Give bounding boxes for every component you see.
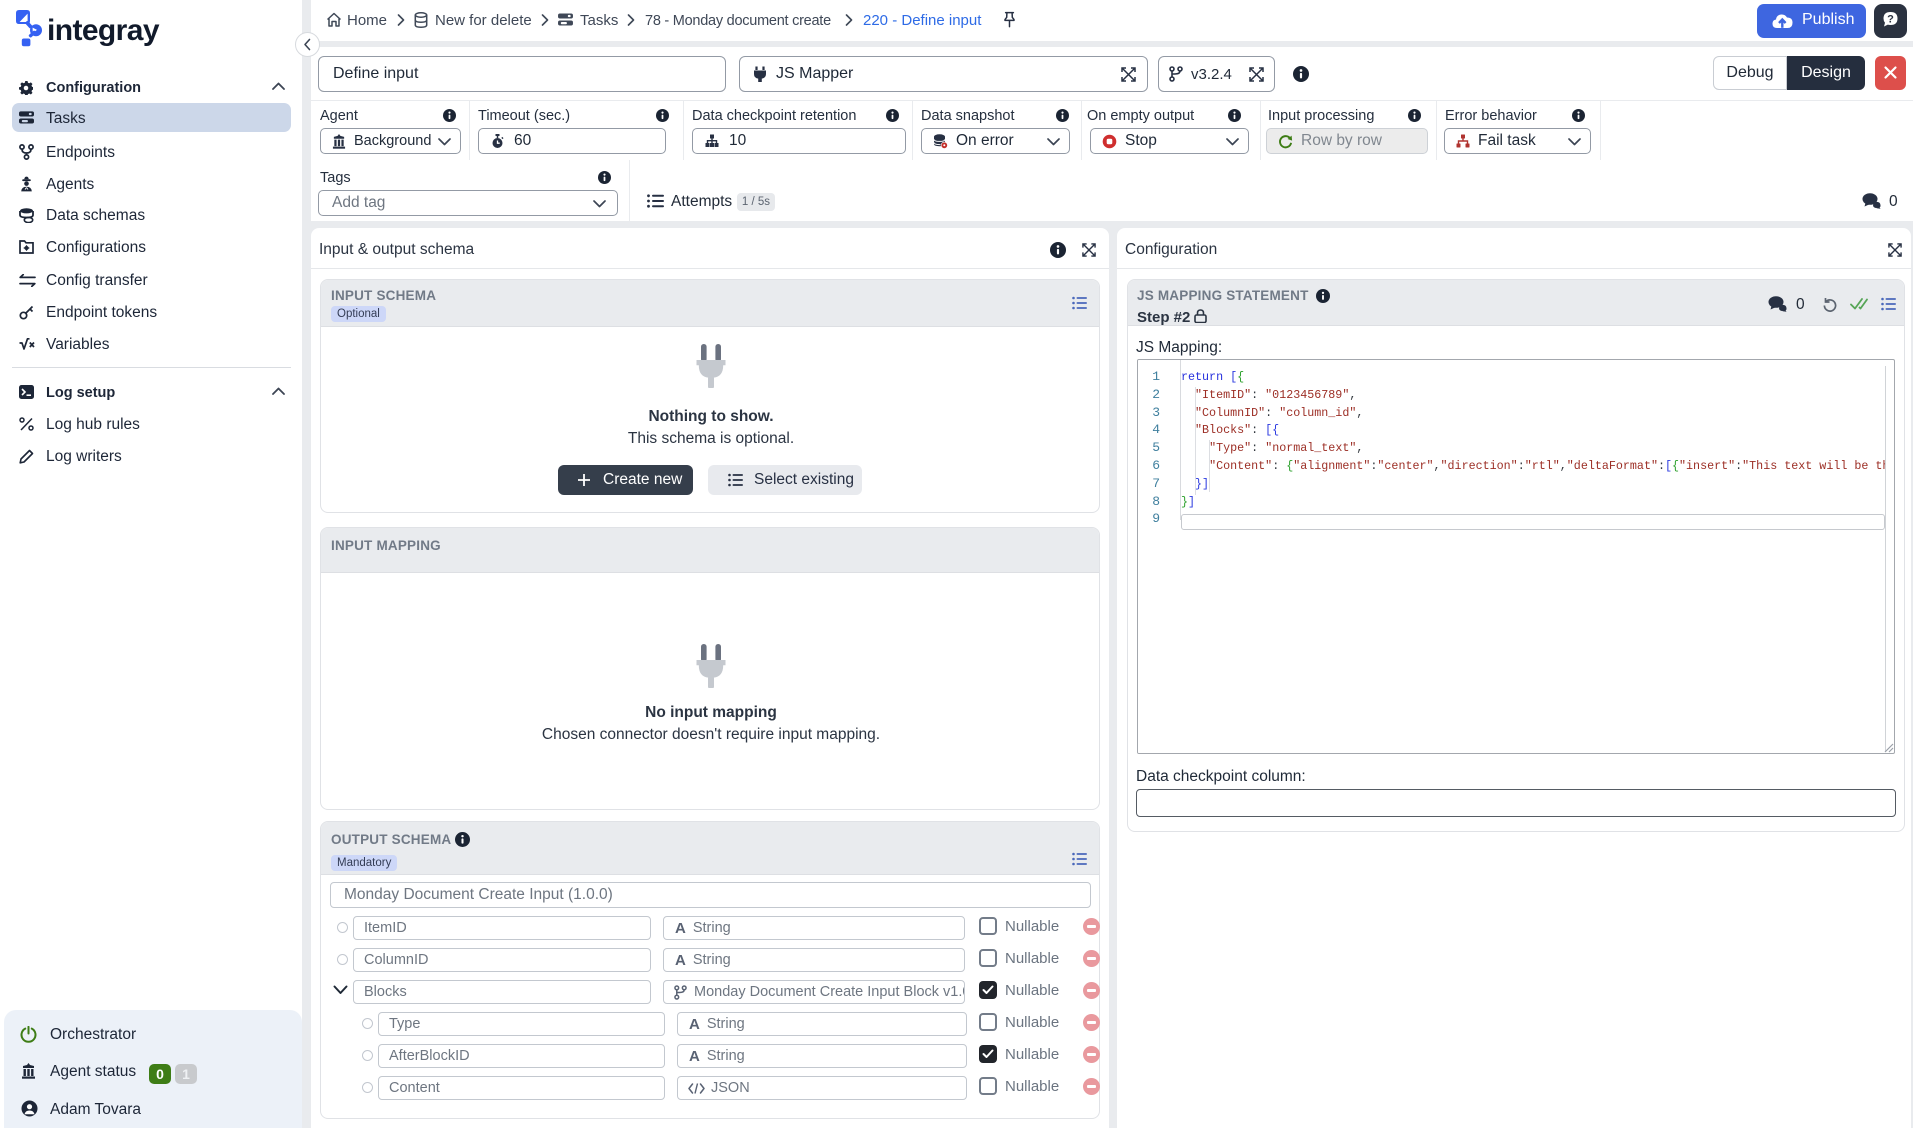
svg-text:?: ? (1887, 14, 1894, 26)
